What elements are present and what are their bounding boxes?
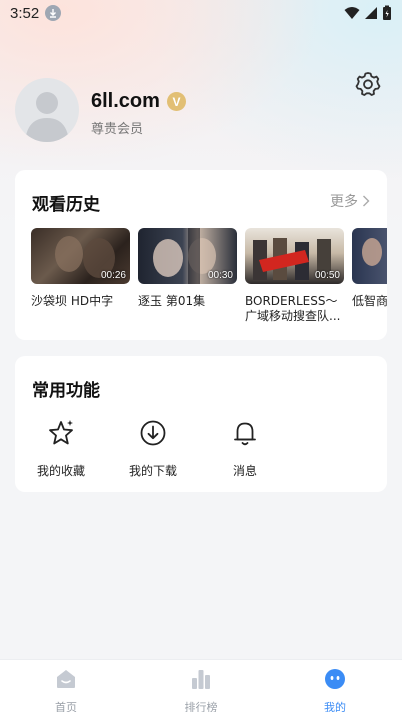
my-downloads-label: 我的下载 — [128, 464, 177, 478]
profile-header: 6ll.com V 尊贵会员 — [15, 78, 387, 144]
status-bar: 3:52 — [0, 0, 402, 26]
tab-home-label: 首页 — [55, 701, 77, 712]
gear-icon — [355, 72, 381, 96]
vip-badge-icon: V — [167, 92, 186, 111]
video-duration: 00:30 — [207, 270, 233, 281]
more-link[interactable]: 更多 — [330, 191, 370, 211]
bottom-tab-bar: 首页 排行榜 我的 — [0, 659, 402, 712]
tab-ranking-label: 排行榜 — [184, 701, 218, 712]
download-icon — [140, 420, 166, 446]
tab-ranking[interactable]: 排行榜 — [171, 668, 231, 712]
member-level: 尊贵会员 — [91, 122, 144, 137]
tab-profile[interactable]: 我的 — [305, 668, 365, 712]
history-item[interactable]: 00:50 BORDERLESS～广域移动搜查队... — [245, 228, 344, 324]
history-item[interactable]: 低智商犯罪 全集 — [352, 228, 387, 309]
my-favorites-label: 我的收藏 — [36, 464, 85, 478]
video-title: 低智商犯罪 全集 — [352, 294, 387, 308]
video-title: BORDERLESS～广域移动搜查队... — [245, 294, 341, 323]
ranking-icon — [192, 670, 210, 689]
video-duration: 00:26 — [100, 270, 126, 281]
watch-history-title: 观看历史 — [32, 195, 100, 215]
video-thumbnail: 00:30 — [138, 228, 237, 284]
battery-icon — [383, 5, 391, 20]
tab-profile-label: 我的 — [324, 701, 346, 712]
video-title: 逐玉 第01集 — [138, 294, 206, 308]
download-status-icon — [45, 5, 62, 21]
video-thumbnail — [352, 228, 387, 284]
common-functions-title: 常用功能 — [32, 381, 100, 401]
profile-icon — [325, 669, 345, 689]
status-time: 3:52 — [10, 4, 40, 22]
signal-icon — [365, 7, 377, 19]
video-duration: 00:50 — [314, 270, 340, 281]
avatar[interactable] — [15, 78, 79, 142]
wifi-icon — [344, 7, 360, 19]
chevron-right-icon — [363, 195, 370, 207]
video-thumbnail: 00:26 — [31, 228, 130, 284]
tab-home[interactable]: 首页 — [36, 668, 96, 712]
more-label: 更多 — [330, 194, 358, 210]
bell-icon — [234, 422, 256, 446]
common-functions-card: 常用功能 我的收藏 我的下载 消息 — [15, 356, 387, 492]
video-title: 沙袋坝 HD中字 — [31, 294, 114, 308]
history-item[interactable]: 00:30 逐玉 第01集 — [138, 228, 237, 309]
messages-button[interactable]: 消息 — [215, 418, 275, 479]
my-favorites-button[interactable]: 我的收藏 — [31, 418, 91, 479]
history-list: 00:26 沙袋坝 HD中字 00:30 逐玉 第01集 00:50 BORDE… — [31, 228, 387, 338]
star-icon — [49, 420, 73, 445]
history-item[interactable]: 00:26 沙袋坝 HD中字 — [31, 228, 130, 309]
video-thumbnail: 00:50 — [245, 228, 344, 284]
messages-label: 消息 — [232, 464, 257, 478]
watch-history-card: 观看历史 更多 00:26 沙袋坝 HD中字 00:30 逐玉 第01集 00:… — [15, 170, 387, 340]
username: 6ll.com — [91, 90, 160, 112]
home-icon — [57, 670, 75, 688]
settings-button[interactable] — [354, 70, 382, 98]
my-downloads-button[interactable]: 我的下载 — [123, 418, 183, 479]
